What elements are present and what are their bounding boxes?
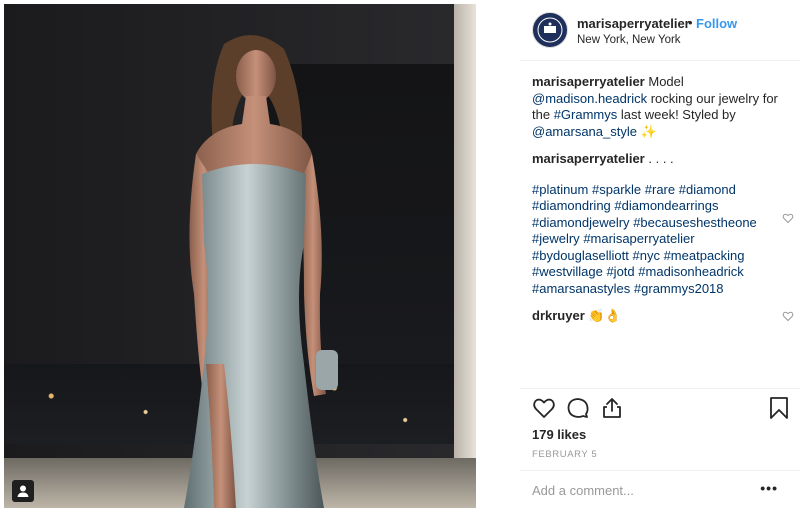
comment-like-heart-icon[interactable] <box>782 212 794 224</box>
caption-text-3: last week! Styled by <box>620 107 736 122</box>
hashtag[interactable]: #diamond <box>679 182 736 197</box>
bookmark-icon[interactable] <box>768 396 790 420</box>
hashtag[interactable]: #bydouglaselliott <box>532 248 629 263</box>
hashtag[interactable]: #diamondearrings <box>614 198 718 213</box>
instagram-post: marisaperryatelier • Follow New York, Ne… <box>0 0 800 512</box>
photo-wall <box>454 4 476 508</box>
post-location[interactable]: New York, New York <box>577 34 681 46</box>
hashtag[interactable]: #rare <box>645 182 675 197</box>
hashtag[interactable]: #nyc <box>632 248 659 263</box>
hashtag[interactable]: #becauseshestheone <box>633 215 757 230</box>
hashtag[interactable]: #amarsanastyles <box>532 281 630 296</box>
hashtag[interactable]: #marisaperryatelier <box>583 231 694 246</box>
brand-logo-icon <box>537 17 563 43</box>
caption-sparkle: ✨ <box>640 123 657 139</box>
hashtag[interactable]: #westvillage <box>532 264 603 279</box>
comment-divider <box>520 470 800 471</box>
caption-text-1: Model <box>648 74 684 89</box>
comment-text: . . . . <box>648 151 674 166</box>
hashtag-block: #platinum #sparkle #rare #diamond #diamo… <box>532 182 794 298</box>
post-photo[interactable] <box>4 4 476 508</box>
comment-icon[interactable] <box>566 396 590 420</box>
comment: drkruyer 👏👌 <box>532 308 794 325</box>
caption: marisaperryatelier Model @madison.headri… <box>532 74 782 140</box>
header-username[interactable]: marisaperryatelier <box>577 16 690 31</box>
comment-like-heart-icon[interactable] <box>782 310 794 322</box>
hashtag[interactable]: #grammys2018 <box>634 281 724 296</box>
tagged-users-button[interactable] <box>12 480 34 502</box>
more-options-button[interactable]: ••• <box>760 480 778 496</box>
post-header: marisaperryatelier • Follow New York, Ne… <box>520 8 800 52</box>
hashtag[interactable]: #jotd <box>606 264 634 279</box>
caption-mention-2[interactable]: @amarsana_style <box>532 124 637 139</box>
likes-count[interactable]: 179 likes <box>532 427 586 442</box>
actions-divider <box>520 388 800 389</box>
follow-button[interactable]: Follow <box>696 16 737 31</box>
header-divider <box>520 60 800 61</box>
caption-hashtag-1[interactable]: #Grammys <box>554 107 618 122</box>
post-side-panel: marisaperryatelier • Follow New York, Ne… <box>520 0 800 512</box>
heart-icon[interactable] <box>532 396 556 420</box>
comment-username[interactable]: marisaperryatelier <box>532 151 645 166</box>
hashtag[interactable]: #madisonheadrick <box>638 264 744 279</box>
comment-text: 👏👌 <box>588 308 621 323</box>
comments-section: marisaperryatelier Model @madison.headri… <box>532 74 794 336</box>
hashtag[interactable]: #meatpacking <box>664 248 745 263</box>
comment: marisaperryatelier . . . . <box>532 151 782 168</box>
avatar[interactable] <box>532 12 568 48</box>
hashtag[interactable]: #diamondjewelry <box>532 215 630 230</box>
caption-username[interactable]: marisaperryatelier <box>532 74 645 89</box>
caption-mention-1[interactable]: @madison.headrick <box>532 91 647 106</box>
photo-model-figure <box>184 35 338 508</box>
hashtag[interactable]: #sparkle <box>592 182 641 197</box>
add-comment-input[interactable]: Add a comment... <box>532 483 634 498</box>
hashtag[interactable]: #jewelry <box>532 231 580 246</box>
hashtag[interactable]: #diamondring <box>532 198 611 213</box>
user-tag-icon <box>17 485 29 497</box>
action-bar <box>532 396 788 422</box>
post-date[interactable]: FEBRUARY 5 <box>532 449 597 460</box>
share-icon[interactable] <box>600 396 624 420</box>
comment-username[interactable]: drkruyer <box>532 308 585 323</box>
header-separator: • <box>688 15 693 30</box>
hashtag[interactable]: #platinum <box>532 182 588 197</box>
